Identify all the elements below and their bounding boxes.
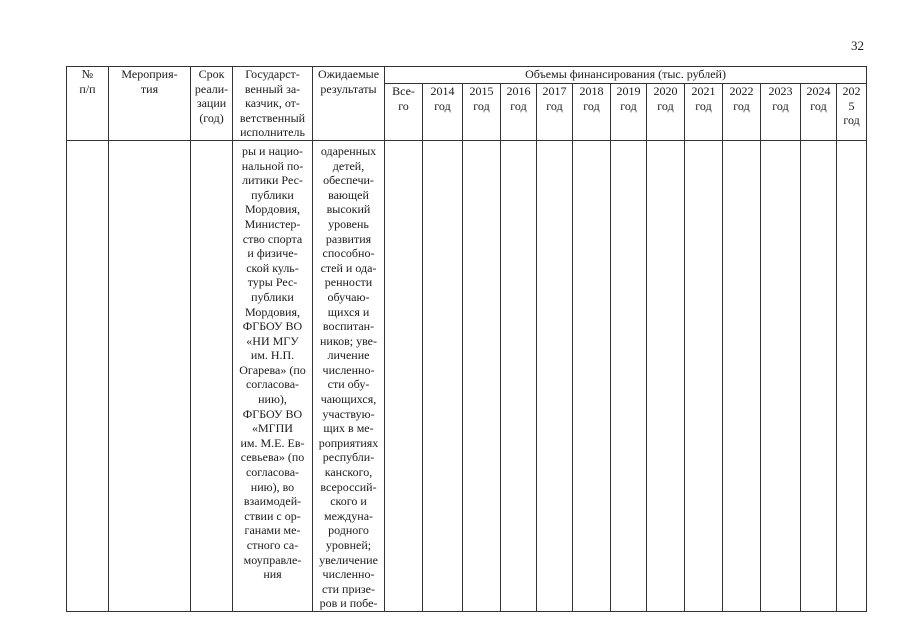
- header-year: 2020 год: [646, 83, 685, 141]
- header-year: 2019 год: [610, 83, 647, 141]
- cell-year: [500, 139, 537, 612]
- header-year: 2022 год: [722, 83, 761, 141]
- cell-results: одаренных детей, обеспечи- вающей высоки…: [312, 139, 385, 612]
- cell-term: [190, 139, 233, 612]
- header-year: 202 5 год: [835, 83, 868, 141]
- cell-year: [760, 139, 801, 612]
- cell-year: [572, 139, 611, 612]
- cell-year: [422, 139, 463, 612]
- header-year: 2015 год: [462, 83, 501, 141]
- header-term: Срок реали- зации (год): [190, 66, 233, 141]
- table-row: ры и нацио- нальной по- литики Рес- публ…: [66, 139, 868, 612]
- header-row: № п/п Мероприя- тия Срок реали- зации (г…: [66, 65, 868, 141]
- cell-year: [800, 139, 837, 612]
- header-year: 2017 год: [536, 83, 573, 141]
- header-event: Мероприя- тия: [108, 66, 191, 141]
- cell-year: [646, 139, 685, 612]
- cell-num: [66, 139, 109, 612]
- header-year: 2021 год: [684, 83, 723, 141]
- header-funding: Объемы финансирования (тыс. рублей): [383, 65, 868, 85]
- header-year: 2024 год: [800, 83, 837, 141]
- cell-year: [610, 139, 647, 612]
- cell-customer: ры и нацио- нальной по- литики Рес- публ…: [232, 139, 313, 612]
- header-total: Все- го: [384, 83, 423, 141]
- cell-year: [835, 139, 868, 612]
- page-number: 32: [851, 38, 864, 53]
- funding-table: № п/п Мероприя- тия Срок реали- зации (г…: [66, 65, 868, 612]
- cell-year: [722, 139, 761, 612]
- header-year: 2018 год: [572, 83, 611, 141]
- cell-year: [462, 139, 501, 612]
- cell-year: [536, 139, 573, 612]
- header-year: 2016 год: [500, 83, 537, 141]
- cell-event: [108, 139, 191, 612]
- cell-total: [384, 139, 423, 612]
- header-year: 2023 год: [760, 83, 801, 141]
- header-customer: Государст- венный за- казчик, от- ветств…: [232, 66, 313, 141]
- header-num: № п/п: [66, 66, 109, 141]
- cell-year: [684, 139, 723, 612]
- header-results: Ожидаемые результаты: [312, 66, 385, 141]
- header-year: 2014 год: [422, 83, 463, 141]
